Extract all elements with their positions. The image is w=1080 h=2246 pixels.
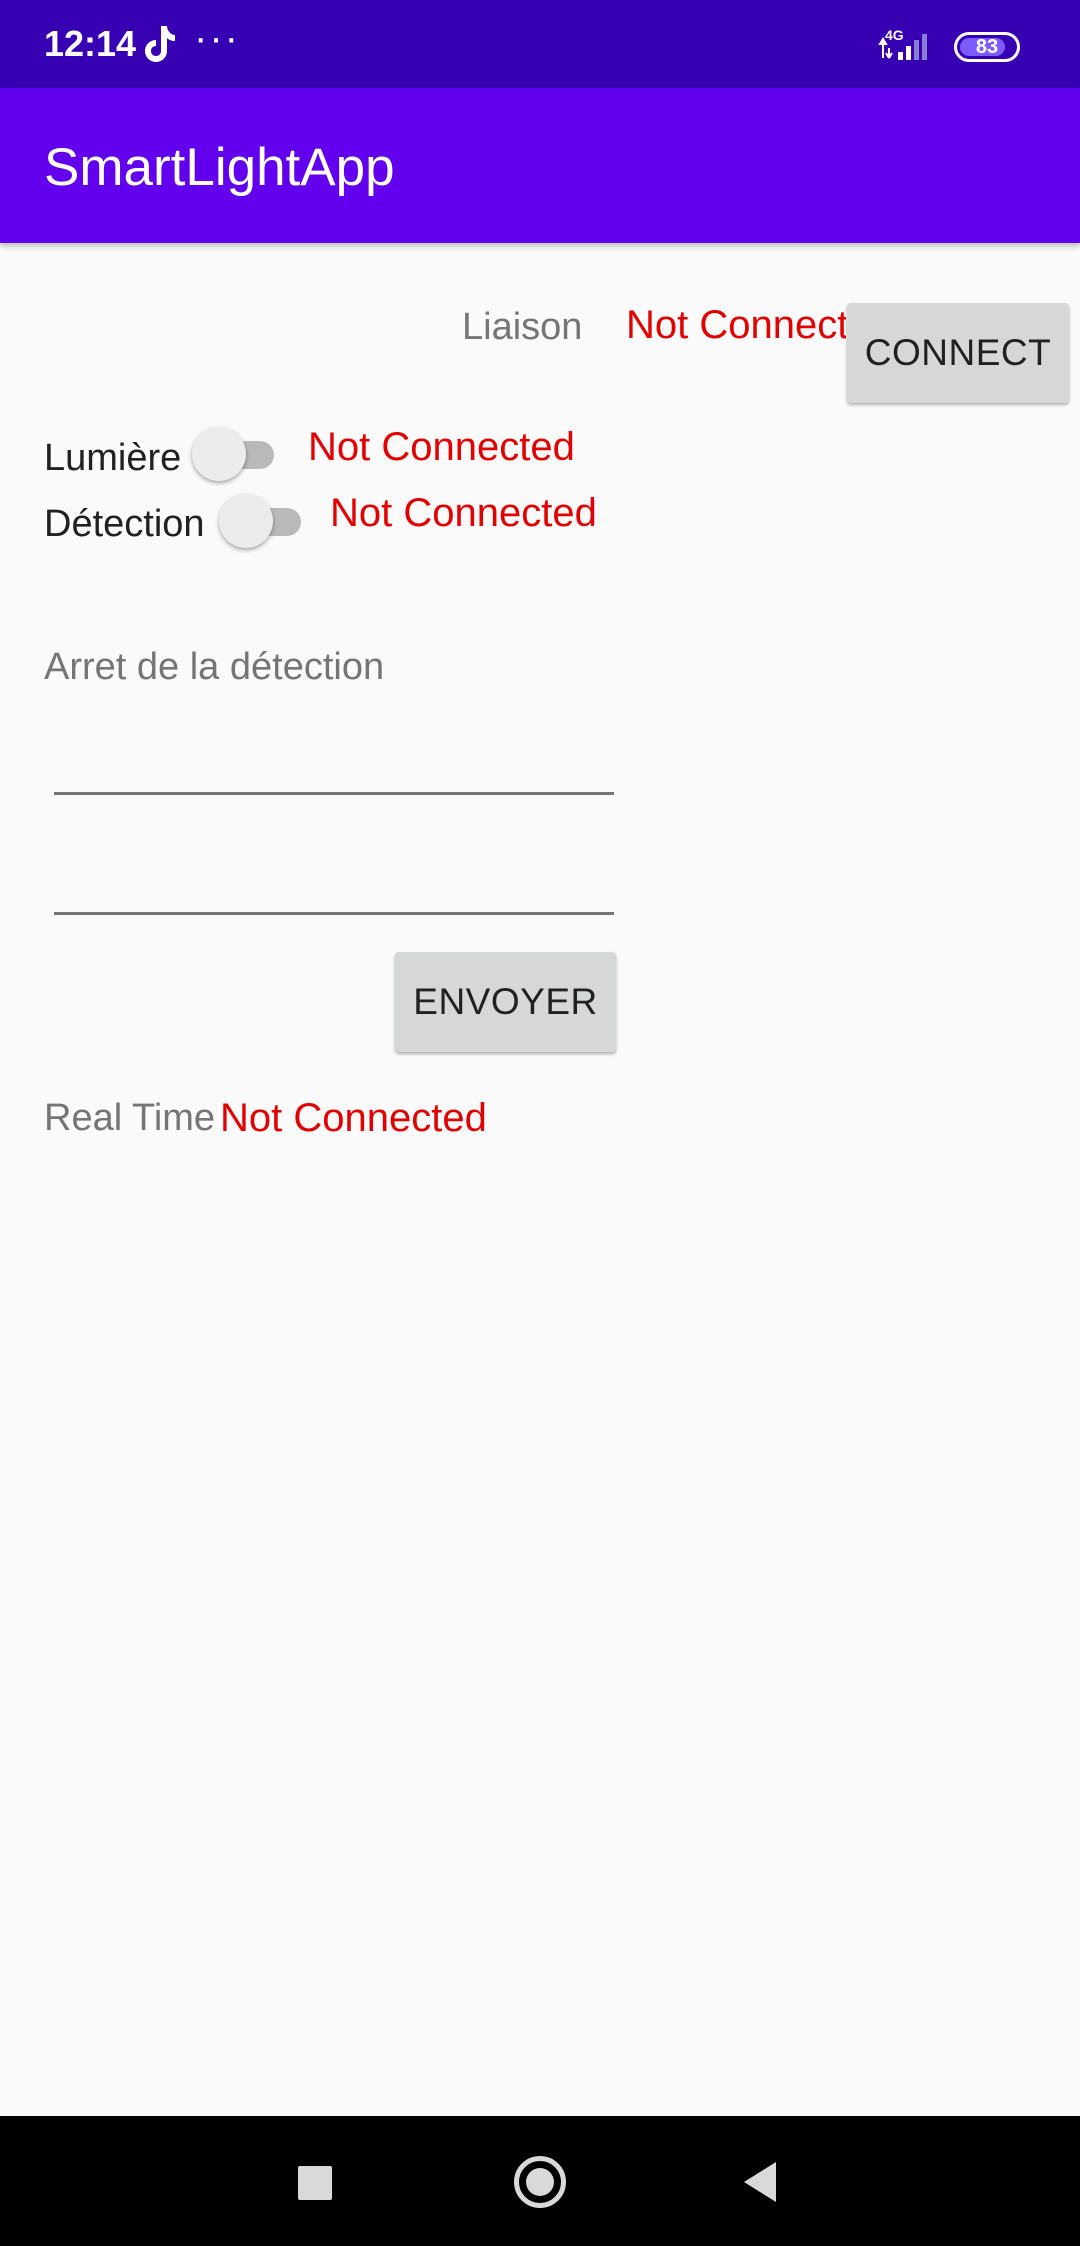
status-time: 12:14 [44,23,137,64]
app-title: SmartLightApp [44,138,395,197]
detection-stop-label: Arret de la détection [44,646,385,688]
connect-button[interactable]: CONNECT [847,303,1069,403]
real-time-status: Not Connected [220,1096,487,1140]
detection-stop-input-1[interactable] [54,725,614,795]
real-time-label: Real Time [44,1097,216,1139]
detection-status: Not Connected [330,491,597,535]
back-icon[interactable] [742,2160,778,2204]
navigation-bar [0,2116,1080,2246]
home-icon-center [526,2168,554,2196]
connection-label: Liaison [462,306,583,348]
signal-icon [878,34,927,60]
app-screen: 12:14 ··· 4G 83 SmartLightApp Liaison No… [0,0,1080,2246]
detection-label: Détection [44,503,205,545]
app-bar: SmartLightApp [0,88,1080,243]
detection-switch-thumb [219,494,273,548]
home-icon[interactable] [514,2156,566,2208]
connection-status-clip: Not Connected [626,300,846,356]
recents-icon[interactable] [298,2166,332,2200]
tiktok-icon [145,26,175,62]
status-bar: 12:14 ··· 4G 83 [0,0,1080,88]
light-switch[interactable] [192,425,282,485]
detection-stop-input-2[interactable] [54,845,614,915]
battery-icon: 83 [954,32,1020,62]
detection-switch[interactable] [219,492,309,552]
light-status: Not Connected [308,425,575,469]
connection-status: Not Connected [626,303,846,347]
more-notifications-icon: ··· [194,16,240,60]
battery-label: 83 [975,36,999,58]
send-button[interactable]: ENVOYER [395,952,616,1052]
light-label: Lumière [44,437,182,479]
light-switch-thumb [192,427,246,481]
